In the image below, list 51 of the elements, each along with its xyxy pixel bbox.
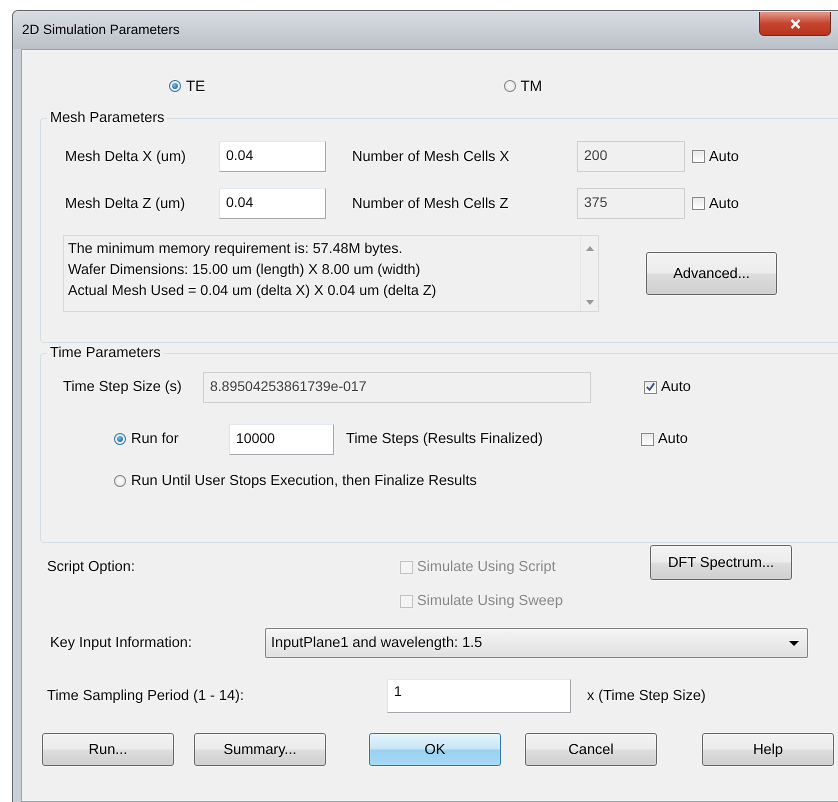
checkbox[interactable] [692,197,705,210]
field-label: Mesh Delta Z (um) [65,196,186,212]
input-field[interactable]: 10000 [229,424,334,454]
dialog-button[interactable]: Cancel [525,733,657,766]
field-label: Script Option: [47,559,136,575]
input-field[interactable]: 0.04 [219,188,326,219]
checkbox-label: Auto [709,196,739,212]
dialog-button[interactable]: OK [369,733,501,766]
dropdown[interactable]: InputPlane1 and wavelength: 1.5 [265,628,808,658]
checkbox-label: Auto [661,379,691,395]
input-field[interactable]: 1 [387,679,571,713]
advanced-button[interactable]: Advanced... [646,252,777,295]
checkbox-label: Auto [709,148,739,164]
info-line: Wafer Dimensions: 15.00 um (length) X 8.00 um (width) [68,261,422,280]
radio-button[interactable] [114,475,126,487]
radio-button[interactable] [169,80,181,92]
field-label: Number of Mesh Cells X [352,148,510,164]
dialog-button[interactable]: Run... [42,733,174,766]
scroll-up-icon[interactable] [586,246,594,251]
readonly-field: 375 [577,188,685,219]
caret-icon [789,640,799,646]
field-label: Time Sampling Period (1 - 14): [47,688,245,704]
field-label: Mesh Delta X (um) [65,148,187,164]
checkbox[interactable] [641,432,654,446]
input-field[interactable]: 0.04 [219,141,326,172]
checkbox-label: Simulate Using Sweep [417,593,563,609]
window-title: 2D Simulation Parameters [22,22,180,37]
readonly-field: 200 [577,141,685,172]
field-label: Time Steps (Results Finalized) [346,431,544,447]
field-label: Time Step Size (s) [63,379,183,395]
info-line: Actual Mesh Used = 0.04 um (delta X) X 0.04 um (delta Z) [68,282,438,301]
field-label: x (Time Step Size) [587,688,706,704]
field-label: Number of Mesh Cells Z [352,196,510,212]
radio-label: TE [186,78,206,94]
scroll-down-icon[interactable] [586,300,594,305]
checkbox-label: Simulate Using Script [417,559,556,575]
radio-label: Run Until User Stops Execution, then Finalize Results [131,473,477,489]
checkbox-label: Auto [658,431,688,447]
info-line: The minimum memory requirement is: 57.48M bytes. [68,240,404,259]
dft-spectrum-button[interactable]: DFT Spectrum... [650,545,792,580]
radio-button[interactable] [114,433,126,445]
close-button[interactable] [759,12,831,36]
radio-button[interactable] [504,80,516,92]
radio-label: Run for [131,431,180,447]
dialog-button[interactable]: Summary... [194,733,326,766]
field-label: Key Input Information: [50,635,193,651]
dialog-button[interactable]: Help [702,733,834,766]
checkbox[interactable] [644,380,657,394]
close-icon [788,18,802,30]
radio-label: TM [520,78,542,94]
checkbox[interactable] [692,150,705,163]
